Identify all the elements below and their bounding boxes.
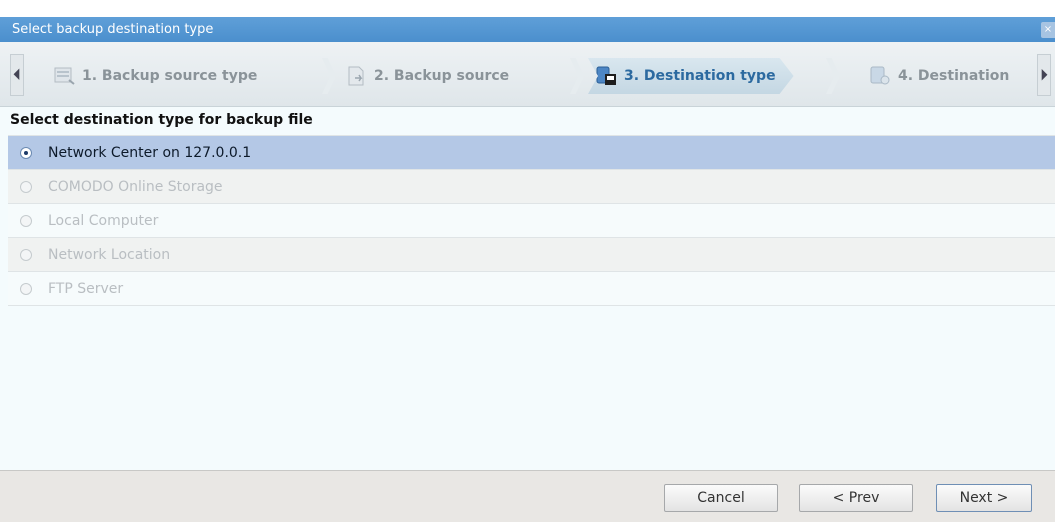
- destination-heading: Select destination type for backup file: [10, 112, 313, 128]
- step-backup-source-type[interactable]: 1. Backup source type: [54, 58, 257, 94]
- radio-button[interactable]: [20, 146, 32, 159]
- backup-source-type-icon: [54, 66, 76, 86]
- scroll-right-icon[interactable]: ⏵: [1037, 54, 1051, 96]
- title-bar: Select backup destination type ×: [0, 0, 1055, 42]
- prev-button[interactable]: < Prev: [799, 484, 913, 512]
- option-local-computer: Local Computer: [8, 203, 1055, 237]
- destination-icon: [870, 66, 892, 86]
- next-button[interactable]: Next >: [936, 484, 1032, 512]
- radio-button: [20, 180, 32, 193]
- close-icon[interactable]: ×: [1041, 22, 1055, 38]
- option-label: Local Computer: [48, 212, 159, 229]
- step-label: 2. Backup source: [374, 68, 510, 84]
- scroll-left-icon[interactable]: ⏴: [10, 54, 24, 96]
- backup-wizard-dialog: Select backup destination type × ⏴ 1. Ba…: [0, 0, 1055, 522]
- cancel-button[interactable]: Cancel: [664, 484, 778, 512]
- option-label: Network Location: [48, 246, 171, 263]
- option-label: COMODO Online Storage: [48, 178, 223, 195]
- wizard-steps: 1. Backup source type 2. Backup source 3…: [30, 42, 1045, 106]
- step-separator: [570, 58, 584, 94]
- step-label: 3. Destination type: [624, 68, 776, 84]
- option-network-center[interactable]: Network Center on 127.0.0.1: [8, 135, 1055, 169]
- step-backup-source[interactable]: 2. Backup source: [346, 58, 509, 94]
- option-network-location: Network Location: [8, 237, 1055, 271]
- radio-button: [20, 248, 32, 261]
- dialog-title: Select backup destination type: [12, 22, 214, 37]
- option-label: FTP Server: [48, 280, 124, 297]
- step-label: 1. Backup source type: [82, 68, 258, 84]
- step-label: 4. Destination: [898, 68, 1010, 84]
- step-separator: [322, 58, 336, 94]
- step-separator: [826, 58, 840, 94]
- destination-options: Network Center on 127.0.0.1 COMODO Onlin…: [8, 135, 1055, 306]
- button-bar: Cancel < Prev Next >: [0, 470, 1055, 522]
- wizard-steps-bar: ⏴ 1. Backup source type 2. Backup source: [0, 42, 1055, 107]
- option-ftp-server: FTP Server: [8, 271, 1055, 306]
- option-label: Network Center on 127.0.0.1: [48, 144, 252, 161]
- step-destination-type[interactable]: 3. Destination type: [588, 58, 794, 94]
- step-destination[interactable]: 4. Destination: [870, 58, 1009, 94]
- destination-type-icon: [596, 66, 618, 86]
- radio-button: [20, 214, 32, 227]
- option-comodo-online-storage: COMODO Online Storage: [8, 169, 1055, 203]
- backup-source-icon: [346, 66, 368, 86]
- radio-button: [20, 282, 32, 295]
